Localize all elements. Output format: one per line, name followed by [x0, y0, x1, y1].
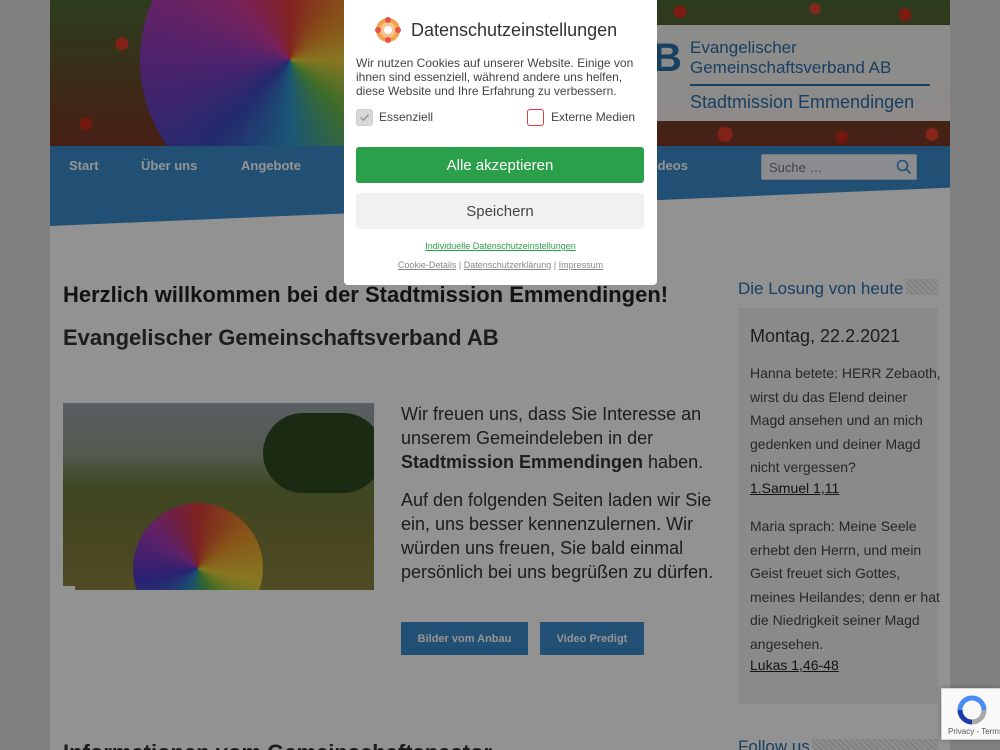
recaptcha-links[interactable]: Privacy - Terms: [948, 727, 1000, 736]
cookie-details-link[interactable]: Cookie-Details: [398, 260, 457, 270]
essential-label: Essenziell: [379, 110, 434, 124]
dialog-footer-links: Cookie-Details | Datenschutzerklärung | …: [344, 260, 657, 270]
cookie-consent-dialog: Datenschutzeinstellungen Wir nutzen Cook…: [344, 0, 657, 285]
dialog-title: Datenschutzeinstellungen: [411, 20, 618, 40]
essential-checkbox[interactable]: [356, 109, 373, 126]
external-media-checkbox[interactable]: [527, 109, 544, 126]
recaptcha-icon: [957, 695, 987, 725]
external-media-label: Externe Medien: [551, 110, 636, 124]
privacy-logo-icon: [375, 17, 401, 43]
recaptcha-badge[interactable]: Privacy - Terms: [941, 688, 1000, 740]
checkmark-icon: [359, 114, 370, 122]
accept-all-button[interactable]: Alle akzeptieren: [356, 147, 644, 183]
individual-settings-link[interactable]: Individuelle Datenschutzeinstellungen: [344, 241, 657, 251]
dialog-description: Wir nutzen Cookies auf unserer Website. …: [356, 56, 634, 98]
imprint-link[interactable]: Impressum: [559, 260, 604, 270]
save-button[interactable]: Speichern: [356, 193, 644, 229]
privacy-policy-link[interactable]: Datenschutzerklärung: [464, 260, 552, 270]
